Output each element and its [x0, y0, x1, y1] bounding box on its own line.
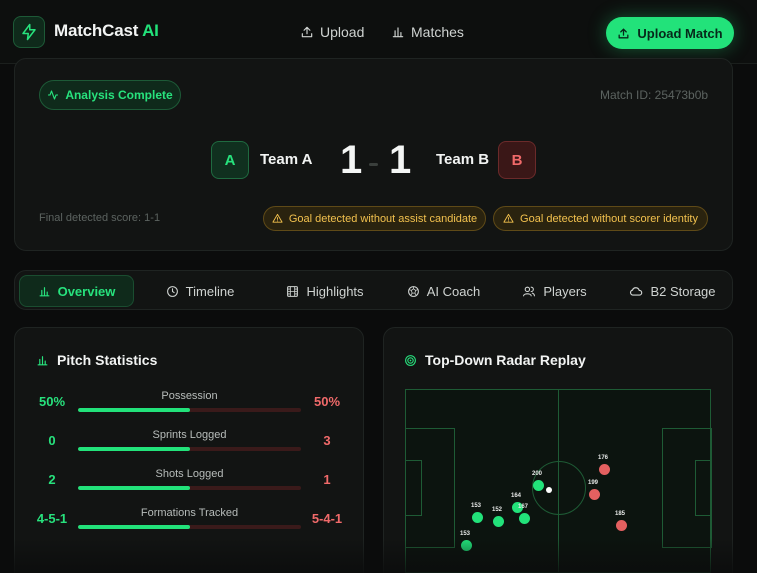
match-id: Match ID: 25473b0b — [600, 88, 709, 102]
tab-highlights[interactable]: Highlights — [265, 275, 385, 307]
warning-text-assist: Goal detected without assist candidate — [288, 212, 478, 225]
warning-badge-assist: Goal detected without assist candidate — [263, 206, 486, 231]
film-icon — [287, 285, 299, 297]
score-separator — [369, 163, 378, 166]
top-bar: MatchCast AI Upload Matches Upload Match — [0, 0, 757, 64]
tab-bar: Overview Timeline Highlights AI Coach Pl… — [14, 270, 733, 310]
stat-label: Possession — [161, 390, 218, 402]
tab-ai-coach-label: AI Coach — [426, 283, 481, 299]
player-marker[interactable] — [472, 512, 483, 523]
tab-ai-coach[interactable]: AI Coach — [391, 275, 496, 307]
player-id-label: 199 — [588, 480, 599, 486]
stat-bar-fill — [78, 525, 190, 529]
stat-label: Sprints Logged — [152, 429, 227, 441]
bar-chart-icon — [39, 286, 50, 296]
activity-icon — [48, 90, 59, 100]
clock-icon — [166, 285, 178, 297]
bottom-fade — [0, 538, 757, 573]
warning-icon — [503, 213, 514, 223]
team-a-name: Team A — [260, 151, 313, 168]
tab-overview[interactable]: Overview — [19, 275, 134, 307]
nav-upload-link[interactable]: Upload — [300, 24, 364, 40]
team-b-score: 1 — [389, 138, 412, 182]
tab-timeline[interactable]: Timeline — [145, 275, 255, 307]
tab-players[interactable]: Players — [512, 275, 597, 307]
player-id-label: 153 — [471, 503, 482, 509]
player-id-label: 176 — [598, 455, 609, 461]
player-id-label: 153 — [460, 531, 471, 537]
team-a-score: 1 — [340, 138, 363, 182]
stat-bar — [78, 486, 301, 490]
stat-bar — [78, 447, 301, 451]
warning-text-scorer: Goal detected without scorer identity — [520, 212, 698, 225]
warning-badge-scorer: Goal detected without scorer identity — [493, 206, 708, 231]
stat-bar — [78, 408, 301, 412]
radar-icon — [405, 354, 416, 366]
upload-icon — [301, 26, 313, 38]
tab-overview-label: Overview — [57, 283, 116, 299]
stat-team-b-value: 1 — [323, 472, 331, 487]
tab-b2-storage[interactable]: B2 Storage — [615, 275, 730, 307]
stat-bar-fill — [78, 447, 190, 451]
cloud-icon — [630, 287, 643, 296]
ball-icon — [407, 285, 419, 297]
team-a-badge: A — [211, 141, 249, 179]
nav-matches-link[interactable]: Matches — [391, 24, 464, 40]
player-id-label: 185 — [615, 511, 626, 517]
stat-team-b-value: 5-4-1 — [311, 511, 343, 526]
tab-timeline-label: Timeline — [185, 283, 235, 299]
left-goal-box — [405, 460, 422, 516]
player-id-label: 164 — [511, 493, 522, 499]
player-marker[interactable] — [519, 513, 530, 524]
analysis-status-text: Analysis Complete — [65, 88, 173, 102]
final-detected-score: Final detected score: 1-1 — [39, 212, 161, 224]
bar-chart-icon — [392, 27, 404, 38]
player-marker[interactable] — [599, 464, 610, 475]
stat-team-a-value: 2 — [48, 472, 56, 487]
stat-bar-fill — [78, 408, 190, 412]
pitch-statistics-title-text: Pitch Statistics — [57, 352, 158, 368]
player-id-label: 167 — [518, 504, 529, 510]
analysis-status-badge: Analysis Complete — [39, 80, 181, 110]
team-b-name: Team B — [436, 151, 490, 168]
tab-players-label: Players — [543, 283, 587, 299]
upload-match-label: Upload Match — [637, 25, 723, 41]
stat-team-a-value: 50% — [38, 394, 66, 409]
stat-label: Formations Tracked — [140, 507, 239, 519]
lightning-logo-icon — [13, 16, 45, 48]
player-marker[interactable] — [589, 489, 600, 500]
player-id-label: 200 — [532, 471, 543, 477]
stat-team-a-value: 4-5-1 — [36, 511, 68, 526]
ball-marker — [546, 487, 552, 493]
radar-replay-title-text: Top-Down Radar Replay — [425, 352, 586, 368]
app-brand: MatchCast AI — [54, 21, 159, 41]
app-name: MatchCast — [54, 21, 139, 40]
team-b-badge: B — [498, 141, 536, 179]
player-id-label: 152 — [492, 507, 503, 513]
upload-match-button[interactable]: Upload Match — [606, 17, 734, 49]
right-goal-box — [695, 460, 712, 516]
bar-chart-icon — [37, 355, 48, 365]
nav-matches-label: Matches — [411, 24, 464, 40]
tab-highlights-label: Highlights — [306, 283, 364, 299]
radar-replay-title: Top-Down Radar Replay — [404, 352, 586, 368]
stat-bar-fill — [78, 486, 190, 490]
pitch-statistics-title: Pitch Statistics — [36, 352, 157, 368]
player-marker[interactable] — [616, 520, 627, 531]
app-name-suffix: AI — [142, 21, 159, 40]
stat-team-b-value: 3 — [323, 433, 331, 448]
stat-team-b-value: 50% — [313, 394, 341, 409]
nav-upload-label: Upload — [320, 24, 365, 40]
stat-label: Shots Logged — [155, 468, 224, 480]
stat-bar — [78, 525, 301, 529]
stat-team-a-value: 0 — [48, 433, 56, 448]
users-icon — [523, 286, 536, 296]
upload-icon — [618, 28, 629, 38]
player-marker[interactable] — [493, 516, 504, 527]
tab-b2-storage-label: B2 Storage — [650, 283, 716, 299]
warning-icon — [272, 213, 283, 223]
player-marker[interactable] — [533, 480, 544, 491]
